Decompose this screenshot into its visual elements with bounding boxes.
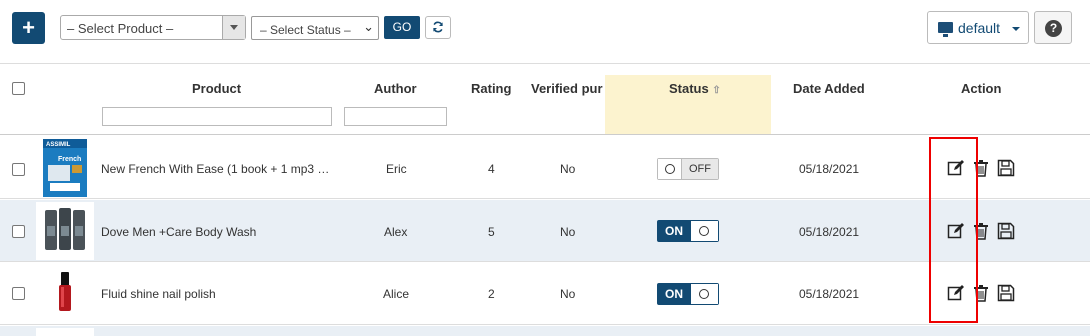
verified-cell: No xyxy=(560,287,576,301)
refresh-icon xyxy=(433,21,443,33)
refresh-button[interactable] xyxy=(425,16,451,39)
verified-cell: No xyxy=(560,162,576,176)
table-row: ASSIMIL French New French With Ease (1 b… xyxy=(0,137,1090,199)
rating-cell: 2 xyxy=(488,287,495,301)
table-row-partial xyxy=(0,326,1090,336)
table-row: Dove Men +Care Body Wash Alex 5 No ON 05… xyxy=(0,200,1090,262)
column-header-verified[interactable]: Verified pur xyxy=(531,81,603,96)
add-button[interactable]: + xyxy=(12,12,45,44)
product-thumbnail xyxy=(36,264,94,322)
view-select-button[interactable]: default xyxy=(927,11,1029,44)
select-all-checkbox[interactable] xyxy=(12,82,25,95)
row-checkbox[interactable] xyxy=(12,287,25,300)
status-toggle[interactable]: ON xyxy=(657,283,719,305)
toggle-ring-icon xyxy=(665,164,675,174)
chevron-down-icon: ⌄ xyxy=(363,19,374,34)
date-cell: 05/18/2021 xyxy=(799,287,860,301)
sort-asc-icon: ⇧ xyxy=(712,85,721,96)
toggle-knob xyxy=(658,159,682,179)
toggle-knob xyxy=(691,221,718,241)
column-header-date[interactable]: Date Added xyxy=(793,81,865,96)
status-toggle[interactable]: ON xyxy=(657,220,719,242)
product-thumbnail xyxy=(36,202,94,260)
toggle-state: OFF xyxy=(682,159,718,179)
toggle-knob xyxy=(691,284,718,304)
date-cell: 05/18/2021 xyxy=(799,225,860,239)
column-header-author[interactable]: Author xyxy=(374,81,417,96)
toggle-ring-icon xyxy=(699,289,709,299)
column-header-status-label: Status xyxy=(669,81,709,96)
row-checkbox[interactable] xyxy=(12,163,25,176)
product-select-value: – Select Product – xyxy=(67,21,174,36)
column-header-status[interactable]: Status ⇧ xyxy=(669,81,721,96)
product-name[interactable]: New French With Ease (1 book + 1 mp3 … xyxy=(101,162,329,176)
author-filter-input[interactable] xyxy=(344,107,447,126)
save-icon[interactable] xyxy=(997,284,1015,302)
toggle-state: ON xyxy=(665,224,683,238)
status-select-value: – Select Status – xyxy=(260,23,351,37)
table-header: Product Author Rating Verified pur Statu… xyxy=(0,63,1090,135)
save-icon[interactable] xyxy=(997,159,1015,177)
column-header-action: Action xyxy=(961,81,1002,96)
help-button[interactable]: ? xyxy=(1034,11,1072,44)
product-name[interactable]: Dove Men +Care Body Wash xyxy=(101,225,256,239)
product-select[interactable]: – Select Product – xyxy=(60,15,246,40)
svg-text:French: French xyxy=(58,156,81,163)
column-header-rating[interactable]: Rating xyxy=(471,81,511,96)
chevron-down-icon xyxy=(222,16,245,39)
toggle-ring-icon xyxy=(699,226,709,236)
product-thumbnail: ASSIMIL French xyxy=(36,139,94,197)
action-column-highlight-box xyxy=(929,137,978,323)
verified-cell: No xyxy=(560,225,576,239)
toggle-state: ON xyxy=(665,287,683,301)
plus-icon: + xyxy=(22,15,35,40)
caret-down-icon xyxy=(1012,27,1020,31)
status-select[interactable]: – Select Status – ⌄ xyxy=(251,16,379,40)
rating-cell: 5 xyxy=(488,225,495,239)
go-button[interactable]: GO xyxy=(384,16,420,39)
rating-cell: 4 xyxy=(488,162,495,176)
author-cell: Alice xyxy=(383,287,410,301)
monitor-icon xyxy=(938,22,953,37)
author-cell: Eric xyxy=(386,162,407,176)
product-thumbnail xyxy=(36,328,94,336)
help-icon: ? xyxy=(1045,20,1062,37)
product-filter-input[interactable] xyxy=(102,107,332,126)
column-header-product[interactable]: Product xyxy=(192,81,241,96)
status-toggle[interactable]: OFF xyxy=(657,158,719,180)
author-cell: Alex xyxy=(384,225,408,239)
toolbar: + – Select Product – – Select Status – ⌄… xyxy=(0,0,1090,60)
product-name[interactable]: Fluid shine nail polish xyxy=(101,287,216,301)
date-cell: 05/18/2021 xyxy=(799,162,860,176)
table-row: Fluid shine nail polish Alice 2 No ON 05… xyxy=(0,263,1090,325)
view-select-label: default xyxy=(958,20,1001,36)
row-checkbox[interactable] xyxy=(12,225,25,238)
svg-text:ASSIMIL: ASSIMIL xyxy=(46,142,71,148)
save-icon[interactable] xyxy=(997,222,1015,240)
